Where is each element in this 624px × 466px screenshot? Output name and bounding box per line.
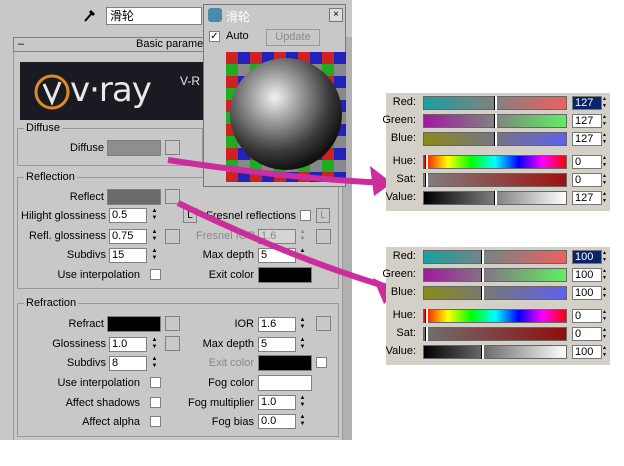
sat-slider-handle[interactable] — [425, 173, 428, 187]
color-picker-2: Red: 100 ▲ ▼ Green: 100 ▲ ▼ Blue: 100 ▲ ▼ H… — [382, 247, 610, 365]
green-row: Green: 100 ▲ ▼ — [382, 267, 610, 283]
blue-slider[interactable] — [423, 286, 567, 300]
green-label: Green: — [382, 114, 416, 126]
red-spinner[interactable]: ▲ ▼ — [602, 250, 608, 264]
red-row: Red: 127 ▲ ▼ — [386, 95, 610, 111]
red-row: Red: 100 ▲ ▼ — [386, 249, 610, 265]
sat-label: Sat: — [396, 173, 416, 185]
green-slider[interactable] — [423, 268, 567, 282]
blue-value-input[interactable]: 127 — [572, 132, 602, 146]
green-slider-handle[interactable] — [494, 114, 497, 128]
hue-spinner[interactable]: ▲ ▼ — [602, 309, 608, 323]
sat-row: Sat: 0 ▲ ▼ — [386, 326, 610, 342]
sat-slider[interactable] — [423, 173, 567, 187]
red-spinner[interactable]: ▲ ▼ — [602, 96, 608, 110]
green-spinner[interactable]: ▲ ▼ — [602, 268, 608, 282]
hue-slider[interactable] — [423, 309, 567, 323]
value-row: Value: 127 ▲ ▼ — [386, 190, 610, 206]
sat-slider-handle[interactable] — [425, 327, 428, 341]
green-value-input[interactable]: 127 — [572, 114, 602, 128]
blue-label: Blue: — [390, 286, 416, 298]
value-value-input[interactable]: 127 — [572, 191, 602, 205]
hue-slider[interactable] — [423, 155, 567, 169]
annotation-arrows — [167, 157, 399, 304]
red-slider[interactable] — [423, 250, 567, 264]
red-value-input[interactable]: 127 — [572, 96, 602, 110]
sat-value-input[interactable]: 0 — [572, 173, 602, 187]
green-label: Green: — [382, 268, 416, 280]
blue-spinner[interactable]: ▲ ▼ — [602, 132, 608, 146]
sat-slider[interactable] — [423, 327, 567, 341]
value-spinner[interactable]: ▲ ▼ — [602, 345, 608, 359]
blue-row: Blue: 127 ▲ ▼ — [386, 131, 610, 147]
hue-label: Hue: — [392, 155, 416, 167]
red-value-input[interactable]: 100 — [572, 250, 602, 264]
red-slider-handle[interactable] — [481, 250, 484, 264]
sat-spinner[interactable]: ▲ ▼ — [602, 173, 608, 187]
value-value-input[interactable]: 100 — [572, 345, 602, 359]
hue-slider-handle[interactable] — [425, 155, 428, 169]
hue-label: Hue: — [392, 309, 416, 321]
red-label: Red: — [392, 250, 416, 262]
value-slider-handle[interactable] — [481, 345, 484, 359]
green-value-input[interactable]: 100 — [572, 268, 602, 282]
hue-spinner[interactable]: ▲ ▼ — [602, 155, 608, 169]
color-picker-1: Red: 127 ▲ ▼ Green: 127 ▲ ▼ Blue: 127 ▲ ▼ H… — [382, 93, 610, 211]
value-slider[interactable] — [423, 345, 567, 359]
blue-slider-handle[interactable] — [481, 286, 484, 300]
value-label: Value: — [385, 191, 416, 203]
hue-row: Hue: 0 ▲ ▼ — [386, 308, 610, 324]
hue-value-input[interactable]: 0 — [572, 155, 602, 169]
green-slider-handle[interactable] — [481, 268, 484, 282]
red-label: Red: — [392, 96, 416, 108]
red-slider-handle[interactable] — [494, 96, 497, 110]
hue-slider-handle[interactable] — [425, 309, 428, 323]
sat-value-input[interactable]: 0 — [572, 327, 602, 341]
blue-value-input[interactable]: 100 — [572, 286, 602, 300]
green-spinner[interactable]: ▲ ▼ — [602, 114, 608, 128]
value-slider-handle[interactable] — [494, 191, 497, 205]
blue-spinner[interactable]: ▲ ▼ — [602, 286, 608, 300]
value-label: Value: — [385, 345, 416, 357]
hue-value-input[interactable]: 0 — [572, 309, 602, 323]
hue-row: Hue: 0 ▲ ▼ — [386, 154, 610, 170]
blue-label: Blue: — [390, 132, 416, 144]
sat-spinner[interactable]: ▲ ▼ — [602, 327, 608, 341]
value-row: Value: 100 ▲ ▼ — [386, 344, 610, 360]
sat-row: Sat: 0 ▲ ▼ — [386, 172, 610, 188]
value-spinner[interactable]: ▲ ▼ — [602, 191, 608, 205]
sat-label: Sat: — [396, 327, 416, 339]
green-row: Green: 127 ▲ ▼ — [382, 113, 610, 129]
blue-row: Blue: 100 ▲ ▼ — [386, 285, 610, 301]
blue-slider-handle[interactable] — [494, 132, 497, 146]
